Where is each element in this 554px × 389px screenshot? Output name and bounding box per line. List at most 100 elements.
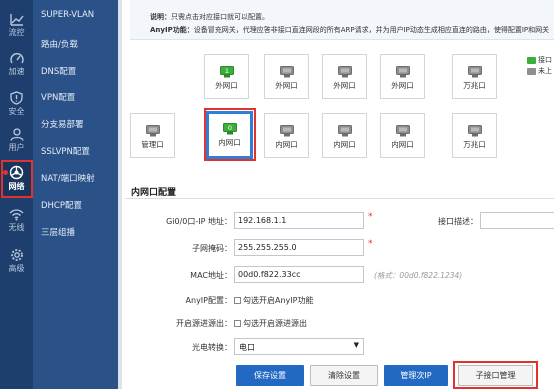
checkbox-box[interactable]: [234, 297, 241, 304]
rail-item-flow-control[interactable]: 流控: [0, 8, 33, 46]
source-in-out-checkbox[interactable]: 勾选开启源进源出: [234, 318, 307, 329]
legend-label: 接口: [538, 56, 552, 64]
ip-address-input[interactable]: 192.168.1.1: [234, 212, 364, 229]
save-button[interactable]: 保存设置: [236, 365, 304, 386]
shield-icon: [10, 91, 23, 105]
checkbox-box[interactable]: [234, 320, 241, 327]
required-mark: *: [368, 212, 373, 222]
port-lan-4[interactable]: 内网口: [380, 113, 425, 158]
port-down-icon: [337, 125, 352, 137]
user-icon: [9, 128, 24, 141]
legend-item-up: 接口: [527, 55, 552, 66]
rail-label: 用户: [8, 143, 25, 152]
gear-icon: [10, 249, 23, 261]
port-legend: 接口 未上: [527, 55, 552, 77]
port-label: 外网口: [333, 81, 356, 90]
port-down-icon: [395, 66, 410, 78]
checkbox-label: 勾选开启源进源出: [243, 319, 307, 328]
interface-desc-input[interactable]: [480, 212, 554, 229]
rail-label: 安全: [8, 107, 25, 116]
rail-label: 无线: [8, 223, 25, 232]
subinterface-highlight-box: [453, 361, 538, 389]
mac-label: MAC地址：: [190, 271, 232, 280]
port-lan-2[interactable]: 内网口: [264, 113, 309, 158]
port-label: 内网口: [391, 140, 414, 149]
submenu-item-l3-multicast[interactable]: 三层组播: [41, 226, 75, 238]
port-label: 万兆口: [463, 81, 486, 90]
notice-label: 说明：: [150, 13, 171, 21]
port-badge: 1: [224, 67, 228, 75]
submenu-item-branch-deploy[interactable]: 分支易部署: [41, 118, 84, 130]
port-down-icon: [395, 125, 410, 137]
rail-label: 流控: [8, 28, 25, 37]
subnet-mask-input[interactable]: 255.255.255.0: [234, 239, 364, 256]
legend-item-down: 未上: [527, 66, 552, 77]
anyip-notice-label: AnyIP功能：: [150, 26, 194, 34]
gauge-icon: [9, 53, 24, 64]
submenu-item-vpn[interactable]: VPN配置: [41, 91, 75, 103]
submenu-item-dns[interactable]: DNS配置: [41, 65, 76, 77]
legend-up-icon: [527, 56, 536, 64]
section-divider: [125, 198, 554, 199]
selected-port-highlight-box: [204, 108, 256, 161]
port-down-icon: [145, 125, 160, 137]
submenu-item-sslvpn[interactable]: SSLVPN配置: [41, 145, 90, 157]
mac-format-hint: (格式：00d0.f822.1234): [374, 271, 463, 280]
port-wan-2[interactable]: 外网口: [264, 54, 309, 99]
rail-item-security[interactable]: 安全: [0, 86, 33, 124]
select-value: 电口: [239, 343, 255, 352]
submenu-item-nat[interactable]: NAT/端口映射: [41, 172, 95, 184]
mac-address-input[interactable]: 00d0.f822.33cc: [234, 266, 364, 283]
port-down-icon: [279, 125, 294, 137]
notice-box: 说明：只需点击对应接口就可以配置。 AnyIP功能：设备冒充网关，代理应答非接口…: [130, 0, 554, 40]
wifi-icon: [9, 209, 24, 221]
active-indicator-dot: [3, 170, 8, 175]
anyip-checkbox[interactable]: 勾选开启AnyIP功能: [234, 295, 313, 306]
port-label: 外网口: [215, 81, 238, 90]
anyip-label: AnyIP配置：: [185, 296, 232, 305]
rail-label: 高级: [8, 264, 25, 273]
submenu-item-route-load[interactable]: 路由/负载: [41, 38, 78, 50]
chart-line-icon: [9, 14, 24, 26]
rail-item-user[interactable]: 用户: [0, 123, 33, 161]
required-mark: *: [368, 239, 373, 249]
legend-label: 未上: [538, 67, 552, 75]
port-label: 内网口: [333, 140, 356, 149]
notice-text: 只需点击对应接口就可以配置。: [171, 13, 269, 21]
mask-label: 子网掩码：: [192, 244, 232, 253]
port-10g-1[interactable]: 万兆口: [452, 54, 497, 99]
rail-label: 加速: [8, 67, 25, 76]
chevron-down-icon: ▼: [353, 341, 359, 349]
port-10g-2[interactable]: 万兆口: [452, 113, 497, 158]
rail-item-wireless[interactable]: 无线: [0, 203, 33, 241]
port-wan-1[interactable]: 1 外网口: [204, 54, 249, 99]
manage-secondary-ip-button[interactable]: 管理次IP: [384, 365, 448, 386]
section-title: 内网口配置: [131, 188, 177, 198]
photo-label: 光电转换：: [192, 343, 232, 352]
port-down-icon: [279, 66, 294, 78]
port-lan-3[interactable]: 内网口: [322, 113, 367, 158]
port-down-icon: [337, 66, 352, 78]
port-label: 内网口: [275, 140, 298, 149]
port-wan-3[interactable]: 外网口: [322, 54, 367, 99]
rail-item-advanced[interactable]: 高级: [0, 243, 33, 281]
port-label: 万兆口: [463, 140, 486, 149]
rail-item-acceleration[interactable]: 加速: [0, 47, 33, 85]
port-down-icon: [467, 125, 482, 137]
photo-conversion-select[interactable]: 电口 ▼: [234, 338, 364, 355]
legend-down-icon: [527, 67, 536, 75]
icon-rail: 流控 加速 安全 用户 网络 无线 高级: [0, 0, 33, 389]
port-wan-4[interactable]: 外网口: [380, 54, 425, 99]
port-mgmt[interactable]: 管理口: [130, 113, 175, 158]
submenu-item-super-vlan[interactable]: SUPER-VLAN: [41, 10, 94, 20]
port-down-icon: [467, 66, 482, 78]
checkbox-label: 勾选开启AnyIP功能: [243, 296, 314, 305]
ip-label: Gi0/0口-IP 地址：: [166, 217, 232, 226]
submenu-item-dhcp[interactable]: DHCP配置: [41, 199, 82, 211]
anyip-notice-text: 设备冒充网关，代理应答非接口直连网段的所有ARP请求，并为用户IP动态生成相应直…: [193, 26, 550, 34]
port-label: 外网口: [275, 81, 298, 90]
port-up-icon: 1: [219, 66, 234, 78]
port-label: 管理口: [141, 140, 164, 149]
desc-label: 接口描述：: [438, 217, 478, 226]
clear-button[interactable]: 清除设置: [310, 365, 378, 386]
